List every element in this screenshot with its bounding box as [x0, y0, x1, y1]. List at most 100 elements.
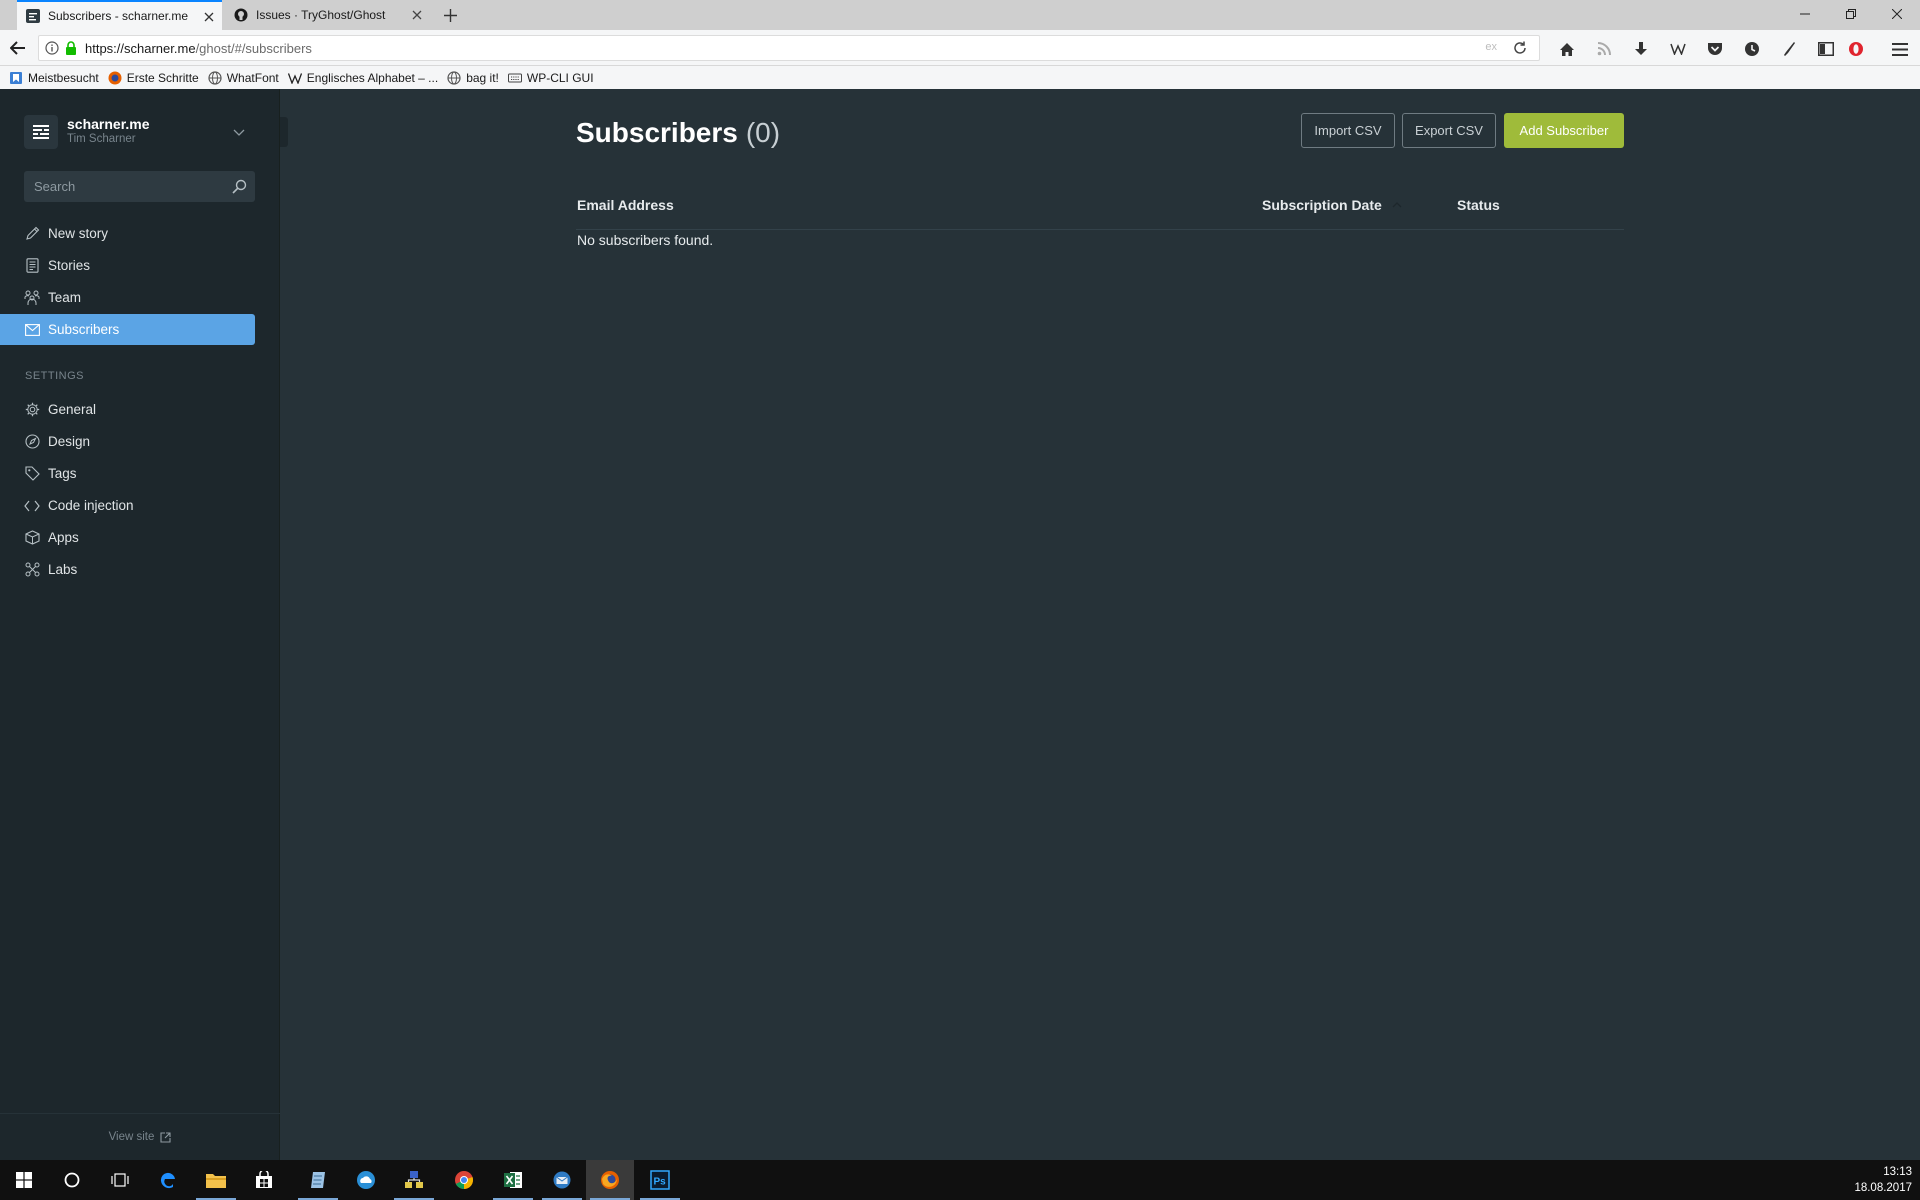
blog-switcher[interactable]: scharner.me Tim Scharner	[24, 115, 150, 149]
sidebar-item-subscribers[interactable]: Subscribers	[0, 314, 255, 345]
view-site-link[interactable]: View site	[0, 1113, 280, 1160]
palette-icon	[24, 434, 40, 450]
ghost-admin: scharner.me Tim Scharner New story Stori…	[0, 89, 1920, 1160]
pocket-icon[interactable]	[1705, 39, 1725, 59]
windows-start-icon[interactable]	[0, 1160, 48, 1200]
bookmark-item[interactable]: Englisches Alphabet – ...	[287, 71, 438, 85]
sidebar-item-design[interactable]: Design	[0, 426, 255, 457]
sidebar-item-code-injection[interactable]: Code injection	[0, 490, 255, 521]
browser-tab-title: Subscribers - scharner.me	[48, 9, 189, 23]
eyedropper-icon[interactable]	[1779, 39, 1799, 59]
sidebar-item-tags[interactable]: Tags	[0, 458, 255, 489]
blog-title: scharner.me	[67, 116, 150, 132]
sidebar-item-label: New story	[48, 226, 109, 241]
bookmark-item[interactable]: WhatFont	[208, 71, 279, 85]
sidebar-item-label: Design	[48, 434, 91, 449]
new-tab-plus-icon[interactable]	[440, 5, 460, 25]
back-arrow-icon[interactable]	[6, 37, 30, 59]
blog-logo-icon	[24, 115, 58, 149]
rss-icon[interactable]	[1594, 39, 1614, 59]
sidebar-item-stories[interactable]: Stories	[0, 250, 255, 281]
hamburger-menu-icon[interactable]	[1890, 39, 1910, 59]
sidebar-item-new-story[interactable]: New story	[0, 218, 255, 249]
bookmark-label: Erste Schritte	[126, 70, 199, 85]
close-window-icon[interactable]	[1874, 0, 1920, 28]
column-header-status[interactable]: Status	[1457, 197, 1500, 213]
search-icon[interactable]	[232, 179, 247, 194]
add-subscriber-button[interactable]: Add Subscriber	[1504, 113, 1624, 148]
export-csv-button[interactable]: Export CSV	[1402, 113, 1496, 148]
globe-icon	[447, 70, 461, 85]
app-cloud-icon[interactable]	[342, 1160, 390, 1200]
bookmark-item[interactable]: Erste Schritte	[108, 71, 199, 85]
firefox-taskbar-icon[interactable]	[586, 1160, 634, 1200]
close-tab-icon[interactable]	[202, 10, 216, 24]
gear-icon	[24, 402, 40, 418]
store-icon[interactable]	[240, 1160, 288, 1200]
browser-tab-strip: Subscribers - scharner.me Issues · TryGh…	[0, 0, 1920, 30]
bookmark-item[interactable]: bag it!	[447, 71, 499, 85]
close-tab-icon[interactable]	[410, 8, 424, 22]
chrome-icon[interactable]	[440, 1160, 488, 1200]
sidebar-toggle-icon[interactable]	[1816, 39, 1836, 59]
clock-time: 13:13	[1883, 1166, 1912, 1178]
sidebar-item-label: General	[48, 402, 97, 417]
sort-ascending-icon	[1392, 200, 1402, 210]
browser-tab-issues[interactable]: Issues · TryGhost/Ghost	[225, 0, 430, 30]
sidebar-item-team[interactable]: Team	[0, 282, 255, 313]
wikipedia-icon	[287, 71, 302, 85]
sidebar-collapse-handle[interactable]	[280, 117, 288, 147]
reader-mode-button[interactable]: ex	[1485, 41, 1497, 53]
sidebar-item-label: Team	[48, 290, 82, 305]
search-input[interactable]	[34, 179, 224, 194]
firefox-icon	[108, 71, 122, 85]
bookmark-folder-icon	[9, 71, 23, 85]
restore-window-icon[interactable]	[1828, 0, 1874, 28]
url-text: https://scharner.me/ghost/#/subscribers	[85, 41, 312, 56]
sidebar-item-label: Stories	[48, 258, 91, 273]
bookmark-label: Meistbesucht	[28, 70, 99, 85]
download-icon[interactable]	[1631, 39, 1651, 59]
thunderbird-icon[interactable]	[538, 1160, 586, 1200]
bookmark-label: WP-CLI GUI	[526, 70, 594, 85]
wordpress-w-icon[interactable]	[1668, 39, 1688, 59]
sidebar-item-general[interactable]: General	[0, 394, 255, 425]
minimize-window-icon[interactable]	[1782, 0, 1828, 28]
history-icon[interactable]	[1742, 39, 1762, 59]
bookmark-item[interactable]: WP-CLI GUI	[507, 70, 594, 85]
bookmark-item[interactable]: Meistbesucht	[9, 71, 99, 85]
file-explorer-icon[interactable]	[192, 1160, 240, 1200]
bookmark-label: bag it!	[466, 70, 499, 85]
sidebar-item-label: Subscribers	[48, 322, 120, 337]
info-icon[interactable]	[45, 41, 59, 55]
reload-icon[interactable]	[1513, 41, 1529, 57]
opera-icon[interactable]	[1846, 39, 1866, 59]
cortana-search-icon[interactable]	[48, 1160, 96, 1200]
tag-icon	[24, 466, 40, 482]
ghost-favicon-icon	[25, 8, 41, 24]
edge-browser-icon[interactable]	[144, 1160, 192, 1200]
sidebar-item-labs[interactable]: Labs	[0, 554, 255, 585]
home-icon[interactable]	[1557, 39, 1577, 59]
browser-tab-title: Issues · TryGhost/Ghost	[256, 8, 386, 22]
system-clock[interactable]: 13:13 18.08.2017	[1854, 1164, 1912, 1196]
subscriber-count: (0)	[745, 117, 781, 148]
task-view-icon[interactable]	[96, 1160, 144, 1200]
lock-icon	[65, 41, 77, 55]
column-header-label: Subscription Date	[1262, 197, 1382, 213]
notepad-app-icon[interactable]	[294, 1160, 342, 1200]
photoshop-icon[interactable]: Ps	[636, 1160, 684, 1200]
network-app-icon[interactable]	[390, 1160, 438, 1200]
browser-tab-subscribers[interactable]: Subscribers - scharner.me	[17, 0, 222, 30]
sidebar-item-label: Tags	[48, 466, 77, 481]
bookmarks-bar: Meistbesucht Erste Schritte WhatFont Eng…	[0, 66, 1920, 89]
search-box	[24, 171, 255, 202]
page-title-text: Subscribers	[576, 117, 738, 148]
url-bar[interactable]: https://scharner.me/ghost/#/subscribers …	[38, 35, 1540, 61]
chevron-down-icon[interactable]	[232, 125, 246, 139]
column-header-email[interactable]: Email Address	[577, 197, 674, 213]
column-header-subscription-date[interactable]: Subscription Date	[1262, 197, 1402, 213]
sidebar-item-apps[interactable]: Apps	[0, 522, 255, 553]
excel-icon[interactable]	[489, 1160, 537, 1200]
import-csv-button[interactable]: Import CSV	[1301, 113, 1395, 148]
